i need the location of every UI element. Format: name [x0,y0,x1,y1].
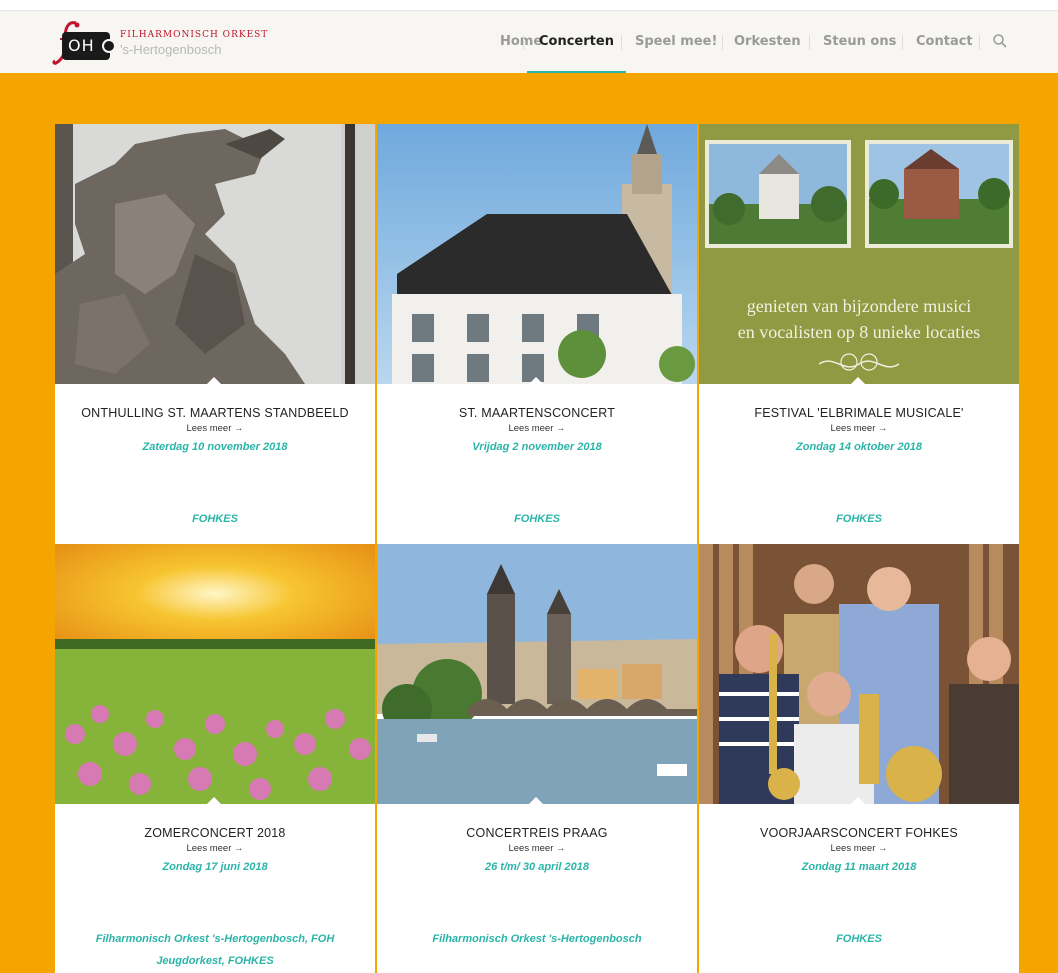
concert-title[interactable]: ZOMERCONCERT 2018 [55,826,375,840]
read-more-link[interactable]: Lees meer → [699,843,1019,854]
concert-grid-section: ONTHULLING ST. MAARTENS STANDBEELD Lees … [0,73,1058,973]
concert-tags[interactable]: FOHKES [719,508,999,530]
concert-title[interactable]: ONTHULLING ST. MAARTENS STANDBEELD [55,406,375,420]
concert-date: Vrijdag 2 november 2018 [472,441,602,453]
nav-speel-mee[interactable]: Speel mee! [635,11,717,73]
concert-tags[interactable]: FOHKES [397,508,677,530]
concert-tags[interactable]: Filharmonisch Orkest 's-Hertogenbosch [397,928,677,950]
concert-image-flowers[interactable] [55,544,375,804]
nav-home[interactable]: Home [500,11,542,73]
search-icon[interactable] [992,33,1008,49]
concert-image-festival[interactable]: genieten van bijzondere musici en vocali… [699,124,1019,384]
read-more-link[interactable]: Lees meer → [699,423,1019,434]
logo-badge-text: OH [68,36,95,55]
concert-title[interactable]: VOORJAARSCONCERT FOHKES [699,826,1019,840]
concert-image-prague[interactable] [377,544,697,804]
concert-title[interactable]: FESTIVAL 'ELBRIMALE MUSICALE' [699,406,1019,420]
concert-tags[interactable]: Filharmonisch Orkest 's-Hertogenbosch, F… [75,928,355,972]
concert-date: Zaterdag 10 november 2018 [142,441,288,453]
site-header: OH FILHARMONISCH ORKEST 's-Hertogenbosch… [0,11,1058,73]
concert-title[interactable]: ST. MAARTENSCONCERT [377,406,697,420]
read-more-link[interactable]: Lees meer → [377,423,697,434]
concert-date: Zondag 11 maart 2018 [801,861,917,873]
read-more-link[interactable]: Lees meer → [55,843,375,854]
site-logo[interactable]: OH FILHARMONISCH ORKEST 's-Hertogenbosch [50,21,267,67]
concert-card[interactable]: genieten van bijzondere musici en vocali… [699,124,1019,544]
festival-poster-text-1: genieten van bijzondere musici [747,296,971,316]
logo-badge: OH [62,32,116,60]
festival-poster-text-2: en vocalisten op 8 unieke locaties [738,322,980,342]
concert-image-statue[interactable] [55,124,375,384]
main-nav: Home Concerten Speel mee! Orkesten Steun… [460,11,1020,73]
concert-card[interactable]: ZOMERCONCERT 2018 Lees meer → Zondag 17 … [55,544,375,973]
nav-concerten[interactable]: Concerten [527,11,626,73]
nav-steun-ons[interactable]: Steun ons [823,11,896,73]
concert-date: Zondag 17 juni 2018 [162,861,268,873]
concert-card[interactable]: ONTHULLING ST. MAARTENS STANDBEELD Lees … [55,124,375,544]
nav-orkesten[interactable]: Orkesten [734,11,801,73]
logo-orchestra-name: FILHARMONISCH ORKEST [120,30,269,40]
read-more-link[interactable]: Lees meer → [55,423,375,434]
nav-contact[interactable]: Contact [916,11,973,73]
read-more-link[interactable]: Lees meer → [377,843,697,854]
concert-card[interactable]: VOORJAARSCONCERT FOHKES Lees meer → Zond… [699,544,1019,973]
concert-image-church[interactable] [377,124,697,384]
concert-card[interactable]: ST. MAARTENSCONCERT Lees meer → Vrijdag … [377,124,697,544]
concert-tags[interactable]: FOHKES [75,508,355,530]
concert-date: Zondag 14 oktober 2018 [796,441,922,453]
concert-date: 26 t/m/ 30 april 2018 [485,861,589,873]
concert-tags[interactable]: FOHKES [719,928,999,950]
concert-image-brass-players[interactable] [699,544,1019,804]
concert-card[interactable]: CONCERTREIS PRAAG Lees meer → 26 t/m/ 30… [377,544,697,973]
logo-city-name: 's-Hertogenbosch [120,42,222,57]
concert-title[interactable]: CONCERTREIS PRAAG [377,826,697,840]
